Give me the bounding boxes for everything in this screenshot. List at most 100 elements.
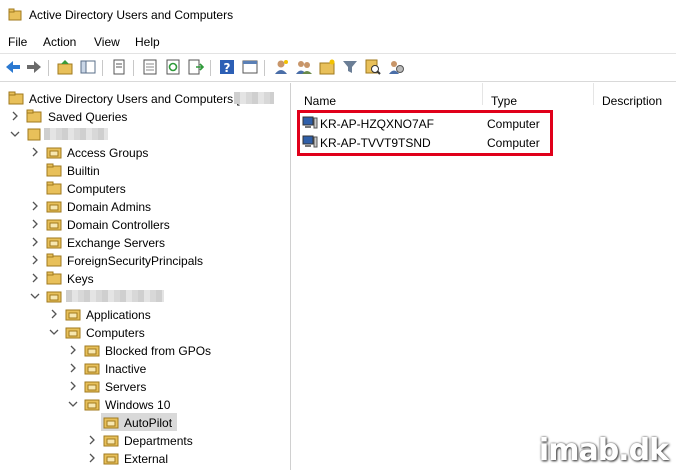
refresh-icon[interactable] [164, 58, 182, 76]
tree-item-inactive[interactable]: Inactive [0, 359, 290, 377]
up-folder-icon[interactable] [56, 58, 74, 76]
ou-folder-icon [103, 435, 119, 447]
redacted-ou-name [66, 290, 164, 302]
chevron-down-icon[interactable] [48, 326, 60, 338]
ou-folder-icon [46, 237, 62, 249]
column-label: Description [602, 94, 663, 108]
tree-item-label: Access Groups [67, 146, 149, 160]
tree-item-label: Blocked from GPOs [105, 344, 212, 358]
title-bar: Active Directory Users and Computers [0, 0, 676, 32]
forward-icon[interactable] [25, 58, 43, 76]
tree-pane: Active Directory Users and Computers [ S… [0, 83, 291, 470]
menu-file[interactable]: File [8, 35, 27, 49]
chevron-down-icon[interactable] [29, 290, 41, 302]
ou-folder-icon [65, 327, 81, 339]
ad-users-icon [8, 91, 24, 105]
tree-item-computers-ou[interactable]: Computers [0, 323, 290, 341]
ou-folder-icon [46, 201, 62, 213]
menu-bar: File Action View Help [0, 32, 676, 52]
column-label: Type [491, 94, 518, 108]
column-header-description[interactable]: Description [594, 83, 676, 108]
tree-item-access-groups[interactable]: Access Groups [0, 143, 290, 161]
tree-item-redacted-ou[interactable] [0, 287, 290, 305]
redacted-domain [234, 92, 274, 104]
chevron-down-icon[interactable] [67, 398, 79, 410]
chevron-right-icon[interactable] [29, 272, 41, 284]
tree-item-departments[interactable]: Departments [0, 431, 290, 449]
tree-item-domain-controllers[interactable]: Domain Controllers [0, 215, 290, 233]
tree-root-label: Active Directory Users and Computers [ [29, 92, 240, 106]
chevron-right-icon[interactable] [48, 308, 60, 320]
tree-root[interactable]: Active Directory Users and Computers [ [0, 89, 290, 107]
column-header-name[interactable]: Name [296, 83, 483, 108]
folder-icon [46, 253, 62, 267]
tree-item-computers[interactable]: Computers [0, 179, 290, 197]
tree-item-label: Computers [86, 326, 145, 340]
find-icon[interactable] [364, 58, 382, 76]
tree-item-exchange-servers[interactable]: Exchange Servers [0, 233, 290, 251]
tree-item-foreign-security-principals[interactable]: ForeignSecurityPrincipals [0, 251, 290, 269]
menu-action[interactable]: Action [43, 35, 76, 49]
chevron-right-icon[interactable] [29, 146, 41, 158]
tree-item-label: Windows 10 [105, 398, 171, 412]
tree-item-domain[interactable] [0, 125, 290, 143]
chevron-right-icon[interactable] [86, 452, 98, 464]
window-title: Active Directory Users and Computers [29, 8, 234, 22]
copy-icon[interactable] [110, 58, 128, 76]
properties-icon[interactable] [141, 58, 159, 76]
toolbar: ? [0, 53, 676, 82]
tree-item-domain-admins[interactable]: Domain Admins [0, 197, 290, 215]
help-icon[interactable]: ? [218, 58, 236, 76]
show-tree-icon[interactable] [79, 58, 97, 76]
ou-folder-icon [46, 147, 62, 159]
ad-users-icon [8, 8, 22, 21]
export-icon[interactable] [187, 58, 205, 76]
tree-item-blocked-from-gpos[interactable]: Blocked from GPOs [0, 341, 290, 359]
chevron-right-icon[interactable] [67, 362, 79, 374]
ou-folder-icon [84, 345, 100, 357]
ou-folder-icon [103, 453, 119, 465]
chevron-right-icon[interactable] [29, 254, 41, 266]
tree-item-label: Computers [67, 182, 126, 196]
tree-item-applications[interactable]: Applications [0, 305, 290, 323]
tree-item-label: AutoPilot [124, 416, 173, 430]
chevron-right-icon[interactable] [67, 344, 79, 356]
delegate-icon[interactable] [387, 58, 405, 76]
column-header-type[interactable]: Type [483, 83, 594, 108]
chevron-right-icon[interactable] [29, 200, 41, 212]
tree-item-label: Servers [105, 380, 147, 394]
filter-icon[interactable] [341, 58, 359, 76]
chevron-right-icon[interactable] [29, 218, 41, 230]
chevron-right-icon[interactable] [86, 434, 98, 446]
chevron-right-icon[interactable] [29, 236, 41, 248]
tree-item-label: Inactive [105, 362, 147, 376]
menu-help[interactable]: Help [135, 35, 160, 49]
redacted-domain-name [44, 128, 108, 140]
folder-icon [46, 271, 62, 285]
tree-item-servers[interactable]: Servers [0, 377, 290, 395]
new-ou-icon[interactable] [318, 58, 336, 76]
back-icon[interactable] [4, 58, 22, 76]
menu-view[interactable]: View [94, 35, 120, 49]
chevron-right-icon[interactable] [67, 380, 79, 392]
new-group-icon[interactable] [295, 58, 313, 76]
tree-item-label: Exchange Servers [67, 236, 166, 250]
tree-item-label: Applications [86, 308, 151, 322]
folder-icon [46, 163, 62, 177]
tree-item-keys[interactable]: Keys [0, 269, 290, 287]
chevron-right-icon[interactable] [9, 110, 21, 122]
tree-item-label: Keys [67, 272, 94, 286]
chevron-down-icon[interactable] [9, 128, 21, 140]
tree-item-autopilot[interactable]: AutoPilot [0, 413, 290, 431]
tree-item-windows-10[interactable]: Windows 10 [0, 395, 290, 413]
tree-item-label: Saved Queries [48, 110, 128, 124]
ou-folder-icon [84, 399, 100, 411]
tree-item-label: Domain Controllers [67, 218, 170, 232]
new-user-icon[interactable] [272, 58, 290, 76]
tree-item-external[interactable]: External [0, 449, 290, 467]
tree-item-saved-queries[interactable]: Saved Queries [0, 107, 290, 125]
domain-icon [27, 128, 41, 141]
console-icon[interactable] [241, 58, 259, 76]
folder-icon [46, 181, 62, 195]
tree-item-builtin[interactable]: Builtin [0, 161, 290, 179]
